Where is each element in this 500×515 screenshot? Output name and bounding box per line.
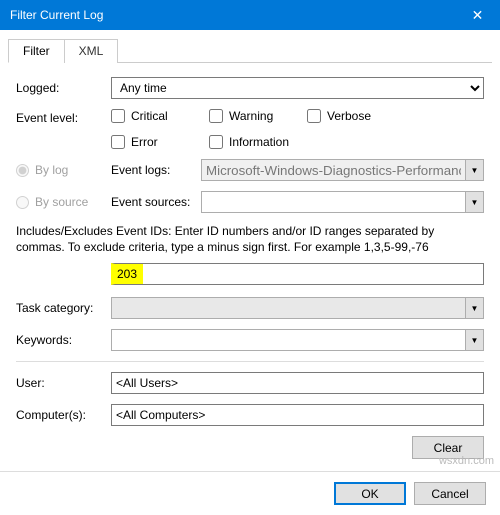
chk-information-wrap: Information [209, 135, 289, 149]
event-logs-input [201, 159, 466, 181]
radio-by-source [16, 196, 29, 209]
chk-error-wrap: Error [111, 135, 191, 149]
chk-verbose[interactable] [307, 109, 321, 123]
close-icon[interactable]: ✕ [455, 0, 500, 30]
chk-information-label: Information [229, 135, 289, 149]
event-ids-description: Includes/Excludes Event IDs: Enter ID nu… [16, 223, 484, 255]
dialog-buttons: OK Cancel [0, 471, 500, 515]
chk-verbose-label: Verbose [327, 109, 371, 123]
label-logged: Logged: [16, 81, 111, 95]
keywords-combo: ▼ [111, 329, 484, 351]
radio-by-log-label: By log [35, 163, 68, 177]
task-category-combo: ▼ [111, 297, 484, 319]
event-sources-input[interactable] [201, 191, 466, 213]
label-keywords: Keywords: [16, 333, 111, 347]
cancel-button[interactable]: Cancel [414, 482, 486, 505]
radio-by-source-wrap: By source [16, 195, 111, 209]
label-event-logs: Event logs: [111, 163, 201, 177]
tab-xml[interactable]: XML [64, 39, 119, 63]
label-user: User: [16, 376, 111, 390]
tab-strip: Filter XML [8, 38, 492, 63]
label-event-sources: Event sources: [111, 195, 201, 209]
tab-filter[interactable]: Filter [8, 39, 65, 63]
event-level-group: Critical Warning Verbose Error Informati… [111, 109, 484, 149]
user-input[interactable] [111, 372, 484, 394]
label-computers: Computer(s): [16, 408, 111, 422]
chk-error[interactable] [111, 135, 125, 149]
ok-button[interactable]: OK [334, 482, 406, 505]
keywords-dropdown-icon[interactable]: ▼ [466, 329, 484, 351]
titlebar: Filter Current Log ✕ [0, 0, 500, 30]
label-event-level: Event level: [16, 109, 111, 125]
chk-critical[interactable] [111, 109, 125, 123]
chk-critical-wrap: Critical [111, 109, 191, 123]
form-area: Logged: Any time Event level: Critical W… [0, 63, 500, 471]
event-ids-input[interactable] [111, 263, 484, 285]
radio-by-source-label: By source [35, 195, 88, 209]
event-sources-dropdown-icon[interactable]: ▼ [466, 191, 484, 213]
event-logs-combo: ▼ [201, 159, 484, 181]
chk-information[interactable] [209, 135, 223, 149]
chk-warning[interactable] [209, 109, 223, 123]
chk-critical-label: Critical [131, 109, 168, 123]
chk-error-label: Error [131, 135, 158, 149]
radio-by-log-wrap: By log [16, 163, 111, 177]
task-category-dropdown-icon[interactable]: ▼ [466, 297, 484, 319]
window-title: Filter Current Log [10, 8, 103, 22]
logged-select[interactable]: Any time [111, 77, 484, 99]
computers-input[interactable] [111, 404, 484, 426]
divider [16, 361, 484, 362]
event-logs-dropdown-icon: ▼ [466, 159, 484, 181]
keywords-field[interactable] [111, 329, 466, 351]
event-ids-row [111, 263, 484, 285]
chk-warning-label: Warning [229, 109, 273, 123]
clear-button[interactable]: Clear [412, 436, 484, 459]
label-task-category: Task category: [16, 301, 111, 315]
task-category-field [111, 297, 466, 319]
chk-warning-wrap: Warning [209, 109, 289, 123]
chk-verbose-wrap: Verbose [307, 109, 387, 123]
event-sources-combo: ▼ [201, 191, 484, 213]
radio-by-log [16, 164, 29, 177]
